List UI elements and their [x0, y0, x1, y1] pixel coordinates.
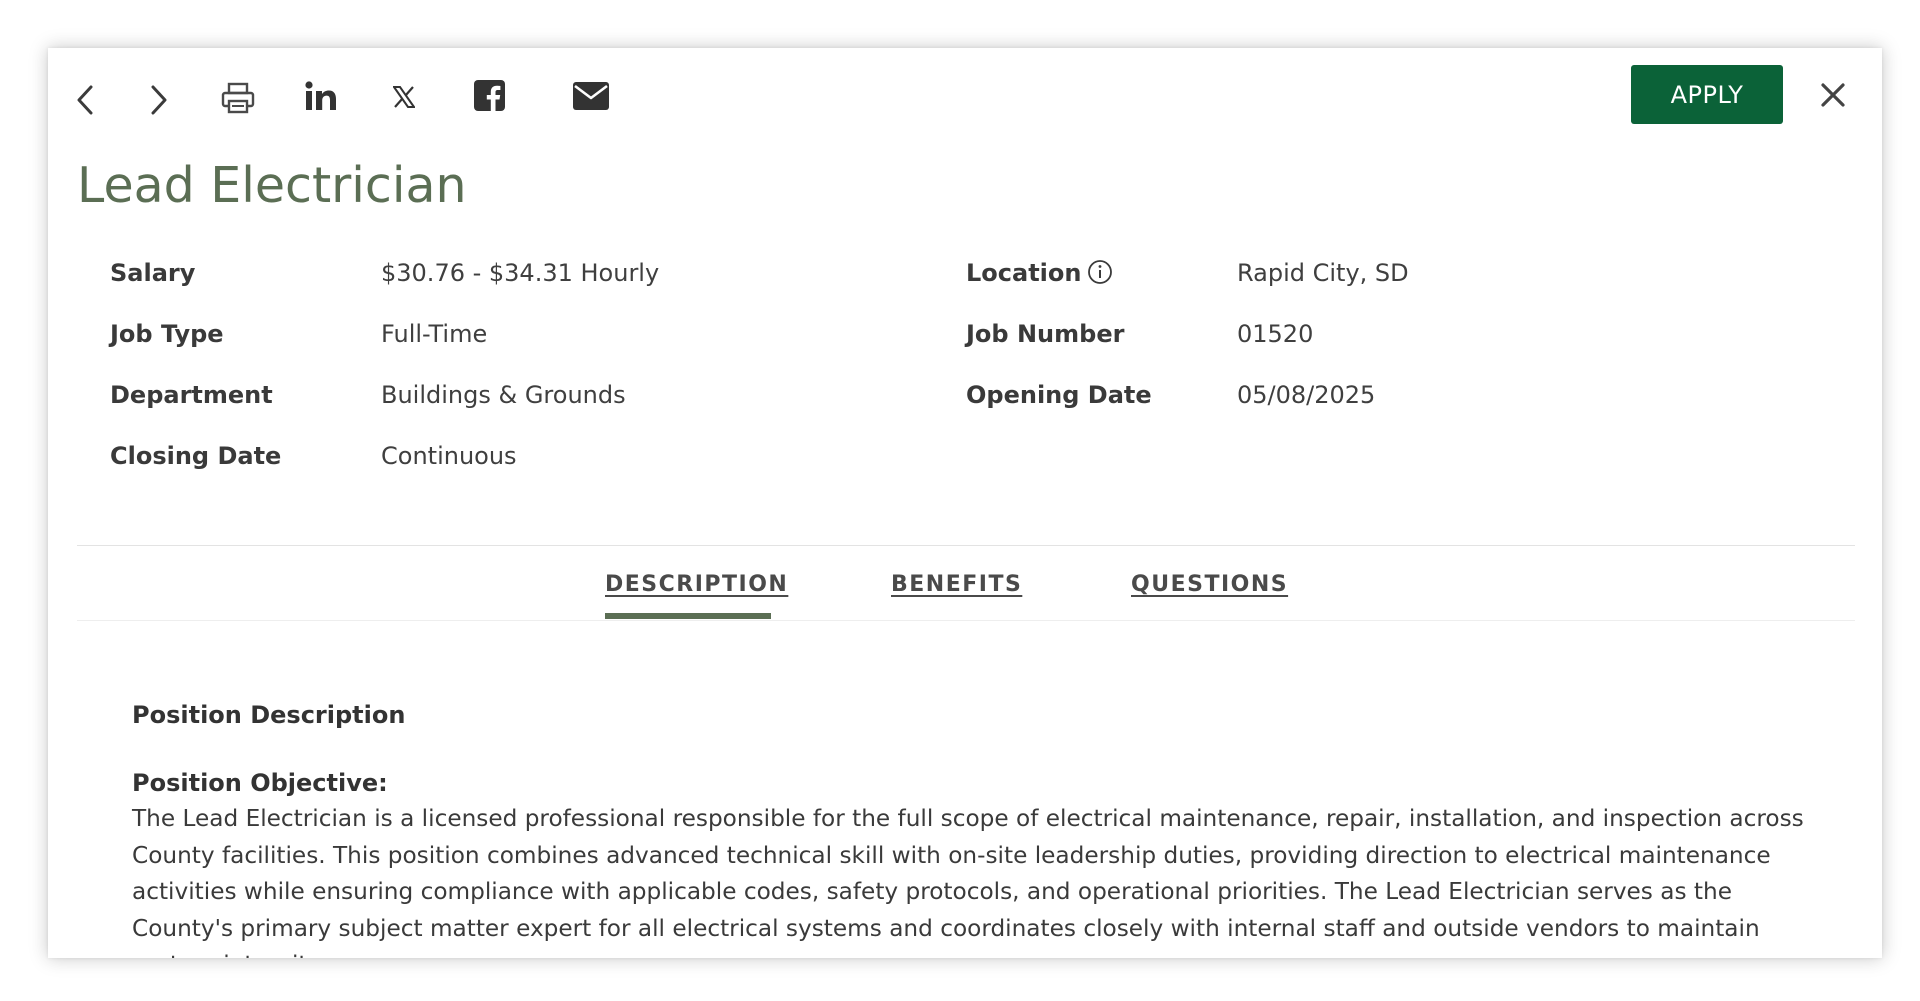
- print-button[interactable]: [220, 80, 256, 116]
- tab-questions[interactable]: QUESTIONS: [1131, 571, 1288, 599]
- department-label: Department: [110, 381, 273, 409]
- tab-description[interactable]: DESCRIPTION: [605, 571, 788, 599]
- close-button[interactable]: [1816, 78, 1850, 112]
- job-number-label: Job Number: [966, 320, 1125, 348]
- location-value: Rapid City, SD: [1237, 259, 1409, 287]
- facebook-icon: [473, 79, 505, 111]
- opening-date-value: 05/08/2025: [1237, 381, 1376, 409]
- job-number-value: 01520: [1237, 320, 1314, 348]
- location-label: Location: [966, 258, 1113, 292]
- closing-date-label: Closing Date: [110, 442, 282, 470]
- job-detail-modal: APPLY Lead Electrician Salary $30.76 - $…: [48, 48, 1882, 958]
- salary-value: $30.76 - $34.31 Hourly: [381, 259, 660, 287]
- job-title: Lead Electrician: [77, 157, 467, 214]
- active-tab-indicator: [605, 613, 771, 619]
- previous-job-button[interactable]: [72, 82, 98, 118]
- opening-date-label: Opening Date: [966, 381, 1152, 409]
- close-icon: [1821, 83, 1845, 107]
- salary-label: Salary: [110, 259, 196, 287]
- chevron-left-icon: [77, 85, 93, 115]
- department-value: Buildings & Grounds: [381, 381, 626, 409]
- apply-button[interactable]: APPLY: [1631, 65, 1783, 124]
- objective-heading: Position Objective:: [132, 769, 388, 797]
- share-linkedin-button[interactable]: [304, 78, 338, 114]
- job-type-label: Job Type: [110, 320, 224, 348]
- x-twitter-icon: [393, 86, 415, 108]
- next-job-button[interactable]: [146, 82, 172, 118]
- closing-date-value: Continuous: [381, 442, 517, 470]
- chevron-right-icon: [151, 85, 167, 115]
- mail-icon: [573, 82, 609, 110]
- info-icon[interactable]: [1087, 259, 1113, 292]
- linkedin-icon: [305, 81, 336, 110]
- divider: [77, 545, 1855, 546]
- share-email-button[interactable]: [572, 80, 610, 112]
- section-heading: Position Description: [132, 701, 406, 729]
- job-type-value: Full-Time: [381, 320, 488, 348]
- toolbar: APPLY: [48, 48, 1882, 148]
- tab-benefits[interactable]: BENEFITS: [891, 571, 1022, 599]
- share-facebook-button[interactable]: [472, 77, 506, 113]
- divider: [77, 620, 1855, 621]
- print-icon: [221, 82, 255, 114]
- location-label-text: Location: [966, 259, 1082, 287]
- objective-body: The Lead Electrician is a licensed profe…: [132, 805, 1804, 958]
- share-x-button[interactable]: [390, 82, 418, 112]
